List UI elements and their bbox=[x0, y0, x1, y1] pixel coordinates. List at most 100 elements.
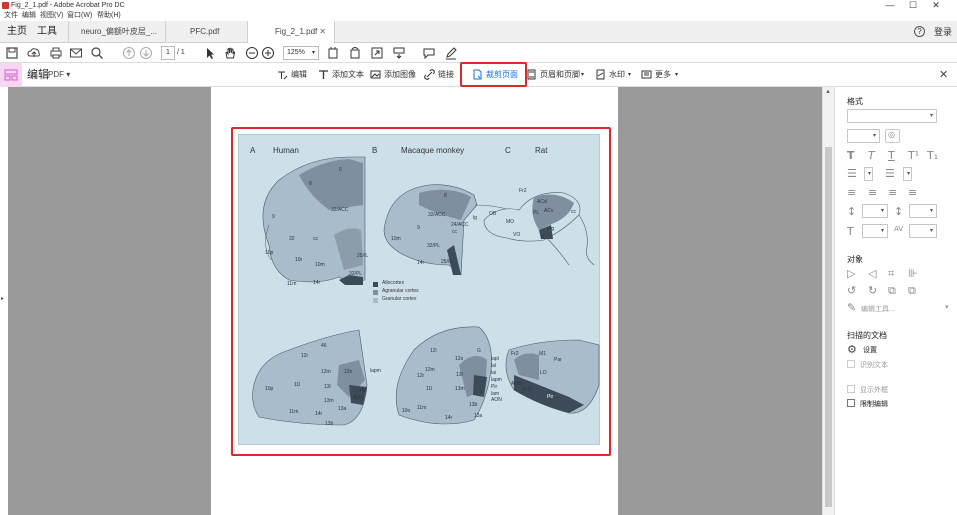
header-footer-icon bbox=[527, 69, 536, 80]
crop-pages-highlight bbox=[460, 62, 527, 87]
menu-file[interactable]: 文件 bbox=[4, 11, 18, 21]
zoom-out-icon[interactable] bbox=[245, 46, 259, 60]
pen-icon[interactable] bbox=[444, 46, 458, 60]
save-icon[interactable] bbox=[5, 46, 19, 60]
settings-link[interactable]: 设置 bbox=[863, 345, 877, 355]
search-icon[interactable] bbox=[90, 46, 104, 60]
menu-window[interactable]: 窗口(W) bbox=[67, 11, 92, 21]
line-spacing-select[interactable]: ▾ bbox=[862, 204, 888, 218]
menu-edit[interactable]: 编辑 bbox=[22, 11, 36, 21]
edit-pdf-tool-badge[interactable] bbox=[0, 63, 22, 87]
print-icon[interactable] bbox=[49, 46, 63, 60]
cloud-upload-icon[interactable] bbox=[27, 46, 41, 60]
chevron-down-icon: ▾ bbox=[945, 304, 949, 311]
zoom-select[interactable]: 125% ▾ bbox=[283, 46, 319, 60]
login-link[interactable]: 登录 bbox=[934, 21, 952, 43]
edit-pdf-suffix: PDF bbox=[48, 70, 64, 79]
scale-select[interactable]: ▾ bbox=[862, 224, 888, 238]
chevron-down-icon: ▾ bbox=[880, 228, 884, 234]
paragraph-spacing-select[interactable]: ▾ bbox=[909, 204, 937, 218]
chevron-down-icon: ▾ bbox=[880, 208, 884, 214]
align-right-icon[interactable]: ≡ bbox=[888, 186, 897, 199]
full-screen-icon[interactable] bbox=[370, 46, 384, 60]
help-icon[interactable]: ? bbox=[914, 26, 925, 37]
character-spacing-select[interactable]: ▾ bbox=[909, 224, 937, 238]
toolbar: 1 / 1 125% ▾ bbox=[0, 43, 957, 63]
zoom-in-icon[interactable] bbox=[261, 46, 275, 60]
edit-pdf-dropdown[interactable]: PDF ▾ bbox=[48, 63, 70, 87]
watermark-icon bbox=[596, 69, 605, 80]
scroll-mode-icon[interactable] bbox=[392, 46, 406, 60]
edit-pdf-icon bbox=[4, 69, 18, 81]
superscript-icon[interactable]: T¹ bbox=[908, 149, 919, 162]
page-up-icon[interactable] bbox=[122, 46, 136, 60]
chevron-down-icon: ▾ bbox=[675, 72, 679, 78]
character-spacing-icon[interactable]: AV bbox=[894, 225, 903, 233]
show-outline-checkbox[interactable] bbox=[847, 385, 855, 393]
window-title: Fig_2_1.pdf - Adobe Acrobat Pro DC bbox=[11, 2, 125, 9]
font-size-select[interactable]: ▾ bbox=[847, 129, 880, 143]
menu-view[interactable]: 视图(V) bbox=[40, 11, 63, 21]
right-panel: 格式 ▾ ▾ ◎ T T T T¹ T₁ ☰ ▾ ☰ ▾ ≡ ≡ ≡ ≡ ↕ ▾… bbox=[834, 87, 957, 515]
close-edit-button[interactable]: ✕ bbox=[939, 63, 948, 87]
vertical-scrollbar[interactable]: ▲ bbox=[822, 87, 834, 515]
recognize-text-label: 识别文本 bbox=[860, 362, 888, 369]
tab-home[interactable]: 主页 bbox=[7, 21, 27, 43]
bold-icon[interactable]: T bbox=[847, 149, 855, 162]
replace-image-icon[interactable]: ⧉ bbox=[888, 284, 896, 298]
flip-vertical-icon[interactable]: ▷ bbox=[847, 267, 855, 280]
tab-document[interactable]: PFC.pdf bbox=[165, 21, 247, 43]
tab-document[interactable]: neuro_偏额叶皮层_... bbox=[68, 21, 165, 43]
align-objects-icon[interactable]: ⊪ bbox=[908, 267, 918, 280]
font-family-select[interactable]: ▾ bbox=[847, 109, 937, 123]
tab-document-label: PFC.pdf bbox=[190, 27, 220, 36]
maximize-button[interactable]: ☐ bbox=[903, 0, 923, 11]
more-icon bbox=[641, 70, 652, 79]
flip-horizontal-icon[interactable]: ◁ bbox=[868, 267, 876, 280]
arrange-icon[interactable]: ⧉ bbox=[908, 284, 916, 298]
close-tab-icon[interactable]: ✕ bbox=[319, 21, 326, 43]
fit-page-icon[interactable] bbox=[326, 46, 340, 60]
paragraph-spacing-icon[interactable]: ↕ bbox=[894, 205, 903, 218]
page-number-input[interactable]: 1 bbox=[161, 46, 175, 60]
numbered-list-icon[interactable]: ☰ bbox=[885, 167, 895, 180]
add-image-icon bbox=[370, 70, 381, 79]
numbered-list-dropdown[interactable]: ▾ bbox=[903, 167, 912, 181]
close-window-button[interactable]: ✕ bbox=[926, 0, 946, 11]
bullet-list-icon[interactable]: ☰ bbox=[847, 167, 857, 180]
align-left-icon[interactable]: ≡ bbox=[847, 186, 856, 199]
comment-icon[interactable] bbox=[422, 46, 436, 60]
crop-image-icon[interactable]: ⌗ bbox=[888, 267, 894, 281]
edit-tools-dropdown[interactable]: 编辑工具... bbox=[861, 304, 895, 314]
rotate-icon[interactable] bbox=[348, 46, 362, 60]
scroll-up-icon[interactable]: ▲ bbox=[825, 89, 831, 95]
expand-left-pane-icon[interactable]: ▸ bbox=[1, 295, 4, 302]
minimize-button[interactable]: — bbox=[880, 0, 900, 11]
page-down-icon[interactable] bbox=[139, 46, 153, 60]
restrict-edit-label: 限制编辑 bbox=[860, 401, 888, 408]
recognize-text-checkbox[interactable] bbox=[847, 360, 855, 368]
tab-tools[interactable]: 工具 bbox=[37, 21, 57, 43]
tab-document-active[interactable]: Fig_2_1.pdf ✕ bbox=[247, 21, 335, 44]
select-cursor-icon[interactable] bbox=[203, 46, 217, 60]
rotate-right-icon[interactable]: ↻ bbox=[868, 284, 877, 297]
bullet-list-dropdown[interactable]: ▾ bbox=[864, 167, 873, 181]
gear-icon[interactable]: ⚙ bbox=[847, 343, 857, 356]
hand-tool-icon[interactable] bbox=[223, 46, 237, 60]
scrollbar-thumb[interactable] bbox=[825, 147, 832, 507]
email-icon[interactable] bbox=[69, 46, 83, 60]
align-justify-icon[interactable]: ≡ bbox=[908, 186, 917, 199]
align-center-icon[interactable]: ≡ bbox=[868, 186, 877, 199]
subscript-icon[interactable]: T₁ bbox=[927, 149, 938, 162]
rotate-left-icon[interactable]: ↺ bbox=[847, 284, 856, 297]
restrict-edit-checkbox[interactable] bbox=[847, 399, 855, 407]
scale-icon[interactable]: T bbox=[847, 225, 854, 238]
left-pane: ▸ bbox=[0, 87, 8, 515]
font-color-button[interactable]: ◎ bbox=[885, 129, 900, 143]
line-spacing-icon[interactable]: ↕ bbox=[847, 205, 856, 218]
chevron-down-icon: ▾ bbox=[311, 50, 315, 56]
menu-help[interactable]: 帮助(H) bbox=[97, 11, 121, 21]
underline-icon[interactable]: T bbox=[888, 149, 895, 162]
color-icon: ◎ bbox=[888, 130, 895, 139]
italic-icon[interactable]: T bbox=[868, 149, 875, 162]
